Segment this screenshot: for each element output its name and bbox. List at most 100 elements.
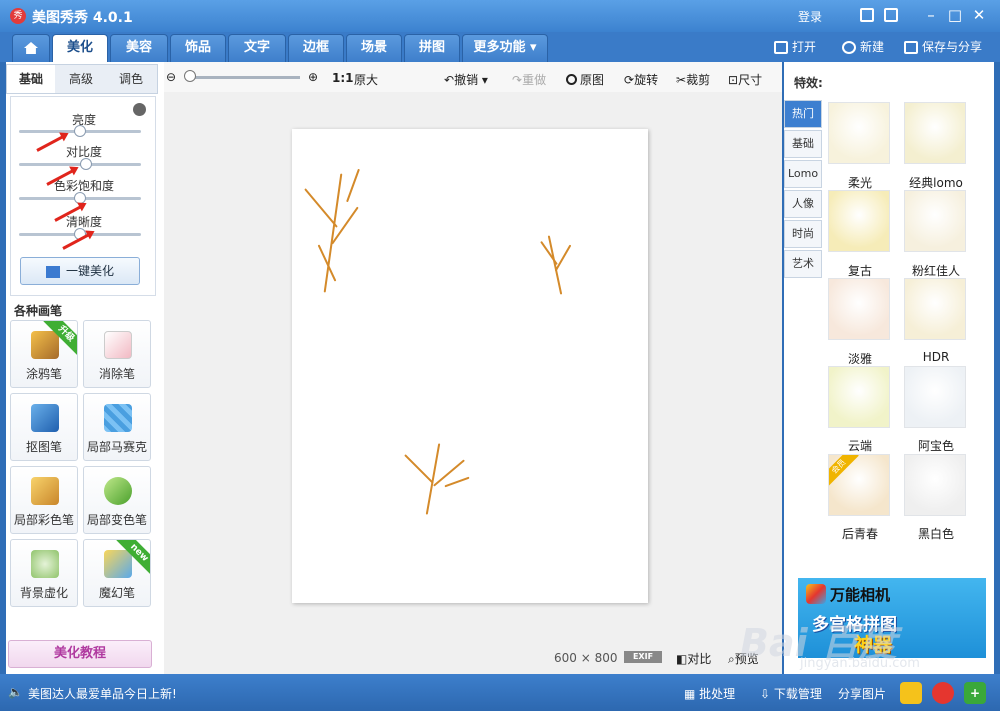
minimize-icon[interactable]: – bbox=[922, 6, 940, 24]
effect-label: 淡雅 bbox=[847, 352, 872, 366]
redo-button[interactable]: ↷重做 bbox=[512, 71, 546, 88]
tab-text[interactable]: 文字 bbox=[228, 34, 286, 62]
brightness-slider-knob[interactable] bbox=[74, 125, 86, 137]
effects-title: 特效: bbox=[794, 76, 823, 90]
tool-local-color-pen[interactable]: 局部彩色笔 bbox=[10, 466, 78, 534]
effect-label: 黑白色 bbox=[917, 527, 954, 541]
add-share-icon[interactable]: + bbox=[964, 682, 986, 704]
mosaic-icon bbox=[104, 404, 132, 432]
zoom-out-icon[interactable]: ⊖ bbox=[166, 70, 176, 84]
effects-tab-fashion[interactable]: 时尚 bbox=[784, 220, 822, 248]
close-icon[interactable]: ✕ bbox=[970, 6, 988, 24]
one-key-beautify-button[interactable]: 一键美化 bbox=[20, 257, 140, 285]
tool-background-blur[interactable]: 背景虚化 bbox=[10, 539, 78, 607]
crop-button[interactable]: ✂裁剪 bbox=[676, 71, 710, 88]
brightness-slider[interactable] bbox=[19, 125, 141, 137]
tab-frame[interactable]: 边框 bbox=[288, 34, 344, 62]
effects-tab-basic[interactable]: 基础 bbox=[784, 130, 822, 158]
eraser-icon bbox=[104, 331, 132, 359]
color-brush-icon bbox=[31, 477, 59, 505]
home-tab[interactable] bbox=[12, 34, 50, 62]
tool-doodle-pen[interactable]: 升级 涂鸦笔 bbox=[10, 320, 78, 388]
tool-cutout-pen[interactable]: 抠图笔 bbox=[10, 393, 78, 461]
chevron-down-icon[interactable]: ▾ bbox=[482, 73, 488, 87]
compare-button[interactable]: ◧对比 bbox=[676, 650, 711, 667]
exif-button[interactable]: EXIF bbox=[624, 651, 662, 663]
effect-classic-lomo[interactable] bbox=[904, 102, 966, 164]
news-ticker[interactable]: 美图达人最爱单品今日上新! bbox=[28, 685, 177, 702]
original-image-button[interactable]: 原图 bbox=[566, 71, 604, 88]
folder-icon bbox=[774, 41, 788, 54]
tutorial-button[interactable]: 美化教程 bbox=[8, 640, 152, 668]
title-bar: 秀 美图秀秀 4.0.1 登录 – □ ✕ bbox=[0, 0, 1000, 32]
share-image-label: 分享图片 bbox=[838, 687, 887, 701]
effects-tab-lomo[interactable]: Lomo bbox=[784, 160, 822, 188]
effect-label: 后青春 bbox=[841, 527, 878, 541]
effects-panel: 特效: 热门 基础 Lomo 人像 时尚 艺术 柔光 经典lomo 复古 粉红佳… bbox=[784, 62, 994, 674]
tool-magic-pen[interactable]: new 魔幻笔 bbox=[83, 539, 151, 607]
effect-abao-color[interactable] bbox=[904, 366, 966, 428]
effect-retro[interactable] bbox=[828, 190, 890, 252]
maximize-icon[interactable]: □ bbox=[946, 6, 964, 24]
batch-label: 批处理 bbox=[699, 687, 736, 701]
dried-flower-image bbox=[396, 439, 476, 519]
effects-tab-art[interactable]: 艺术 bbox=[784, 250, 822, 278]
subtab-color[interactable]: 调色 bbox=[107, 65, 155, 93]
tool-eraser-pen[interactable]: 消除笔 bbox=[83, 320, 151, 388]
zoom-slider[interactable] bbox=[188, 76, 300, 79]
effects-tab-portrait[interactable]: 人像 bbox=[784, 190, 822, 218]
tab-accessories[interactable]: 饰品 bbox=[170, 34, 226, 62]
new-button[interactable]: 新建 bbox=[842, 37, 884, 57]
open-label: 打开 bbox=[792, 40, 817, 54]
tab-more-functions[interactable]: 更多功能 ▾ bbox=[462, 34, 548, 62]
tab-beauty[interactable]: 美容 bbox=[110, 34, 168, 62]
new-label: 新建 bbox=[860, 40, 885, 54]
rotate-button[interactable]: ⟳旋转 bbox=[624, 71, 658, 88]
effect-hdr[interactable] bbox=[904, 278, 966, 340]
open-button[interactable]: 打开 bbox=[774, 37, 816, 57]
contrast-slider[interactable] bbox=[19, 158, 141, 170]
watermark-url: jingyan.baidu.com bbox=[800, 656, 920, 671]
message-icon[interactable] bbox=[860, 8, 874, 22]
zoom-in-icon[interactable]: ⊕ bbox=[308, 70, 318, 84]
save-share-button[interactable]: 保存与分享 bbox=[904, 37, 982, 57]
effect-cloud[interactable] bbox=[828, 366, 890, 428]
resize-button[interactable]: ⊡尺寸 bbox=[728, 71, 762, 88]
undo-button[interactable]: ↶撤销 ▾ bbox=[444, 71, 488, 88]
contrast-slider-knob[interactable] bbox=[80, 158, 92, 170]
app-window: 秀 美图秀秀 4.0.1 登录 – □ ✕ 美化 美容 饰品 文字 边框 场景 … bbox=[0, 0, 1000, 711]
qzone-star-icon[interactable] bbox=[900, 682, 922, 704]
skin-icon[interactable] bbox=[884, 8, 898, 22]
sharpness-slider[interactable] bbox=[19, 228, 141, 240]
tab-scene[interactable]: 场景 bbox=[346, 34, 402, 62]
login-link[interactable]: 登录 bbox=[798, 8, 822, 25]
rotate-label: 旋转 bbox=[634, 73, 659, 87]
batch-process-button[interactable]: ▦ 批处理 bbox=[684, 685, 735, 702]
original-size-button[interactable]: 原大 bbox=[354, 71, 378, 88]
size-label: 尺寸 bbox=[738, 73, 763, 87]
weibo-icon[interactable] bbox=[932, 682, 954, 704]
effects-tab-hot[interactable]: 热门 bbox=[784, 100, 822, 128]
tool-local-mosaic[interactable]: 局部马赛克 bbox=[83, 393, 151, 461]
effect-pink-lady[interactable] bbox=[904, 190, 966, 252]
redo-icon: ↷ bbox=[512, 73, 523, 87]
image-canvas[interactable] bbox=[292, 129, 648, 603]
tool-label: 魔幻笔 bbox=[98, 586, 135, 600]
download-manager-button[interactable]: ⇩ 下载管理 bbox=[760, 685, 822, 702]
effect-youth[interactable]: 会员 bbox=[828, 454, 890, 516]
effect-elegant[interactable] bbox=[828, 278, 890, 340]
subtab-basic[interactable]: 基础 bbox=[7, 65, 55, 93]
badge-member: 会员 bbox=[829, 455, 859, 487]
crop-label: 裁剪 bbox=[686, 73, 711, 87]
brightness-label: 亮度 bbox=[71, 113, 96, 127]
camera-app-icon bbox=[806, 584, 826, 604]
effect-soft-light[interactable] bbox=[828, 102, 890, 164]
tab-collage[interactable]: 拼图 bbox=[404, 34, 460, 62]
effect-black-white[interactable] bbox=[904, 454, 966, 516]
zoom-slider-knob[interactable] bbox=[184, 70, 196, 82]
tab-beautify[interactable]: 美化 bbox=[52, 34, 108, 62]
subtab-advanced[interactable]: 高级 bbox=[57, 65, 105, 93]
zoom-ratio[interactable]: 1:1 bbox=[332, 71, 354, 85]
brushes-title: 各种画笔 bbox=[14, 304, 63, 318]
tool-local-recolor-pen[interactable]: 局部变色笔 bbox=[83, 466, 151, 534]
